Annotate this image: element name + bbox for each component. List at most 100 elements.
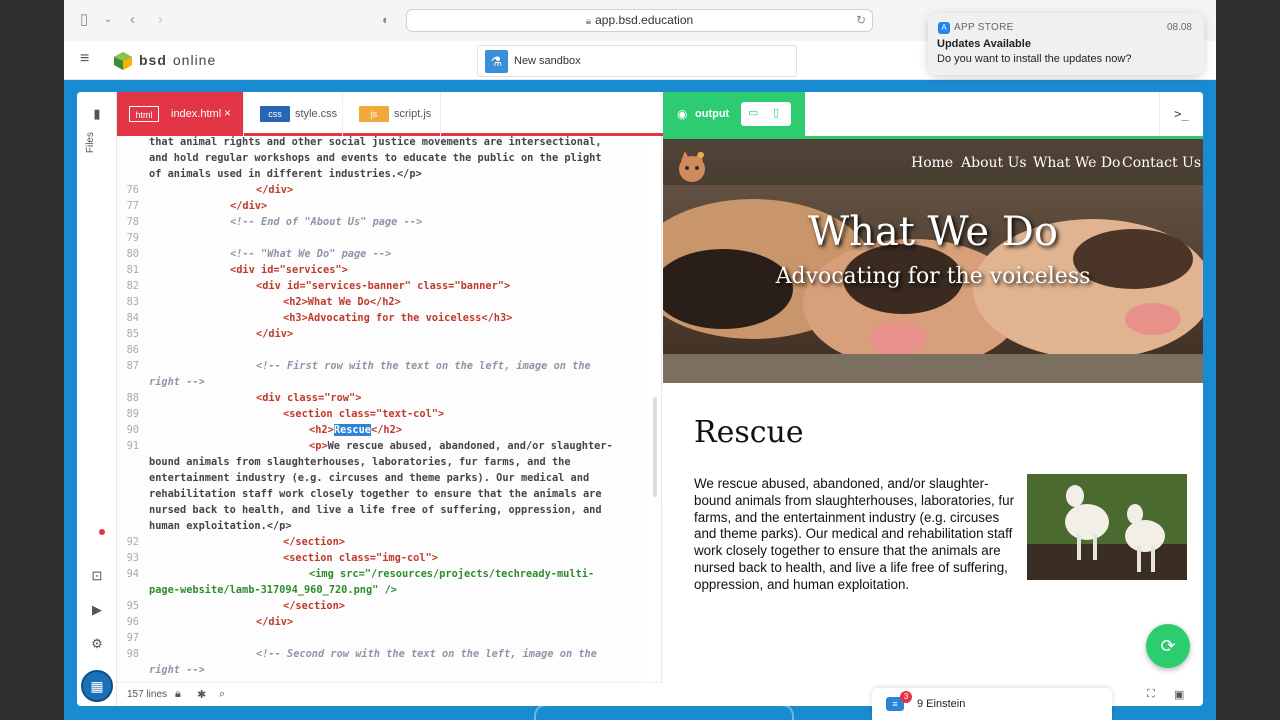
code-editor[interactable]: that animal rights and other social just…	[117, 136, 646, 682]
code-line[interactable]: </section>	[283, 600, 345, 612]
lock-icon[interactable]: 🔒︎	[175, 688, 181, 701]
chevron-down-icon[interactable]: ⌄	[104, 11, 112, 29]
code-line[interactable]: <img src="/resources/projects/techready-…	[309, 568, 594, 580]
tab-script-js[interactable]: js script.js	[343, 92, 441, 136]
code-line[interactable]: nursed back to health, and live a life f…	[149, 504, 602, 516]
css-chip: css	[260, 106, 290, 122]
code-line[interactable]: of animals used in different industries.…	[149, 168, 422, 180]
privacy-shield-icon[interactable]: ◐	[382, 11, 390, 29]
code-line[interactable]: </div>	[256, 328, 293, 340]
code-line[interactable]: page-website/lamb-317094_960_720.png" />	[149, 584, 397, 596]
close-icon[interactable]: ×	[224, 106, 231, 120]
bug-icon[interactable]: ✱	[197, 688, 206, 701]
app-store-notification[interactable]: A APP STORE 08.08 Updates Available Do y…	[928, 13, 1204, 75]
code-text: of animals used in different industries.…	[149, 168, 422, 180]
code-line[interactable]: </section>	[283, 536, 345, 548]
lock-icon: 🔒︎	[585, 16, 592, 27]
code-line[interactable]: rehabilitation staff work closely togeth…	[149, 488, 602, 500]
url-text: app.bsd.education	[595, 13, 694, 27]
code-comment[interactable]: <!-- "What We Do" page -->	[230, 248, 391, 260]
lambs-photo	[1027, 474, 1187, 580]
nav-contact-us[interactable]: Contact Us	[1122, 155, 1201, 171]
refresh-button[interactable]: ⟳	[1146, 624, 1190, 668]
search-icon[interactable]: ⌕	[219, 688, 225, 701]
line-number: 86	[126, 344, 139, 356]
tab-style-css[interactable]: css style.css	[244, 92, 343, 136]
code-line[interactable]: entertainment industry (e.g. circuses an…	[149, 472, 589, 484]
code-line[interactable]: that animal rights and other social just…	[149, 136, 602, 148]
left-rail: ▮ Files ⊡ ▶ ⚙ ▦	[77, 92, 117, 706]
editor-divider	[661, 136, 662, 682]
code-line[interactable]: <h3>Advocating for the voiceless</h3>	[283, 312, 512, 324]
code-line[interactable]: <h2>What We Do</h2>	[283, 296, 401, 308]
nav-what-we-do[interactable]: What We Do	[1033, 155, 1120, 171]
files-icon[interactable]: ▮	[89, 106, 105, 122]
video-icon[interactable]: ▶	[89, 602, 105, 618]
output-label: output	[695, 108, 730, 120]
code-line[interactable]: </div>	[256, 184, 293, 196]
forward-icon[interactable]: ›	[158, 11, 163, 29]
desktop-icon[interactable]: ▭	[748, 106, 758, 119]
search-files-icon[interactable]: ⊡	[89, 568, 105, 584]
cat-logo-icon[interactable]	[677, 149, 707, 183]
code-comment[interactable]: <!-- Second row with the text on the lef…	[256, 648, 597, 660]
code-text: <p>	[309, 440, 328, 452]
new-sandbox-button[interactable]: ⚗ New sandbox	[477, 45, 797, 77]
sidebar-toggle-icon[interactable]: ▯	[80, 11, 88, 29]
menu-icon[interactable]: ≡	[80, 50, 89, 68]
code-line[interactable]: <section class="img-col">	[283, 552, 438, 564]
code-comment[interactable]: <!-- First row with the text on the left…	[256, 360, 591, 372]
line-number: 87	[126, 360, 139, 372]
code-line[interactable]: bound animals from slaughterhouses, labo…	[149, 456, 571, 468]
back-icon[interactable]: ‹	[130, 11, 135, 29]
reload-icon[interactable]: ↻	[856, 10, 866, 31]
brand-light: online	[172, 52, 217, 68]
line-number: 90	[126, 424, 139, 436]
code-line[interactable]: </div>	[256, 616, 293, 628]
code-comment[interactable]: <!-- End of "About Us" page -->	[230, 216, 422, 228]
nav-home[interactable]: Home	[911, 155, 953, 171]
tab-index-html[interactable]: html index.html ×	[117, 92, 244, 136]
line-number: 96	[126, 616, 139, 628]
section-text: We rescue abused, abandoned, and/or slau…	[694, 476, 1015, 592]
code-line[interactable]: <h2>Rescue</h2>	[309, 424, 402, 436]
line-number: 76	[126, 184, 139, 196]
address-bar[interactable]: 🔒︎ app.bsd.education ↻	[406, 9, 873, 32]
code-text: We rescue abused, abandoned, and/or slau…	[327, 440, 613, 452]
code-line[interactable]: <div id="services">	[230, 264, 348, 276]
code-line[interactable]: <p>We rescue abused, abandoned, and/or s…	[309, 440, 613, 452]
avatar[interactable]: ▦	[81, 670, 113, 702]
layout-icon[interactable]: ▣	[1174, 688, 1184, 701]
notification-app: APP STORE	[954, 22, 1014, 33]
code-comment[interactable]: right -->	[149, 664, 205, 676]
brand-name[interactable]: bsd online	[139, 52, 216, 68]
mobile-icon[interactable]: ▯	[773, 106, 779, 119]
code-line[interactable]: human exploitation.</p>	[149, 520, 292, 532]
nav-about-us[interactable]: About Us	[961, 155, 1027, 171]
code-line[interactable]: <div id="services-banner" class="banner"…	[256, 280, 510, 292]
code-scrollbar[interactable]	[653, 397, 657, 497]
settings-icon[interactable]: ⚙	[89, 636, 105, 652]
code-line[interactable]: and hold regular workshops and events to…	[149, 152, 602, 164]
output-preview[interactable]: Home About Us What We Do Contact Us What…	[663, 139, 1203, 682]
files-label[interactable]: Files	[85, 132, 96, 153]
tab-label: index.html	[171, 108, 222, 120]
code-line[interactable]: <section class="text-col">	[283, 408, 444, 420]
output-tab[interactable]: ◉ output ▭ ▯	[663, 92, 805, 136]
tab-label: style.css	[295, 108, 338, 120]
fullscreen-icon[interactable]: ⛶	[1147, 688, 1155, 701]
code-comment[interactable]: right -->	[149, 376, 205, 388]
line-number: 80	[126, 248, 139, 260]
brand-bold: bsd	[139, 52, 167, 68]
line-number: 92	[126, 536, 139, 548]
device-toggle: ▭ ▯	[741, 102, 791, 126]
line-number: 77	[126, 200, 139, 212]
terminal-button[interactable]: >_	[1159, 92, 1203, 136]
line-number: 84	[126, 312, 139, 324]
line-number: 81	[126, 264, 139, 276]
code-line[interactable]: </div>	[230, 200, 267, 212]
line-number: 91	[126, 440, 139, 452]
code-line[interactable]: <div class="row">	[256, 392, 361, 404]
chat-widget[interactable]: ≡ 3 9 Einstein	[872, 688, 1112, 720]
chat-badge: 3	[900, 691, 912, 703]
